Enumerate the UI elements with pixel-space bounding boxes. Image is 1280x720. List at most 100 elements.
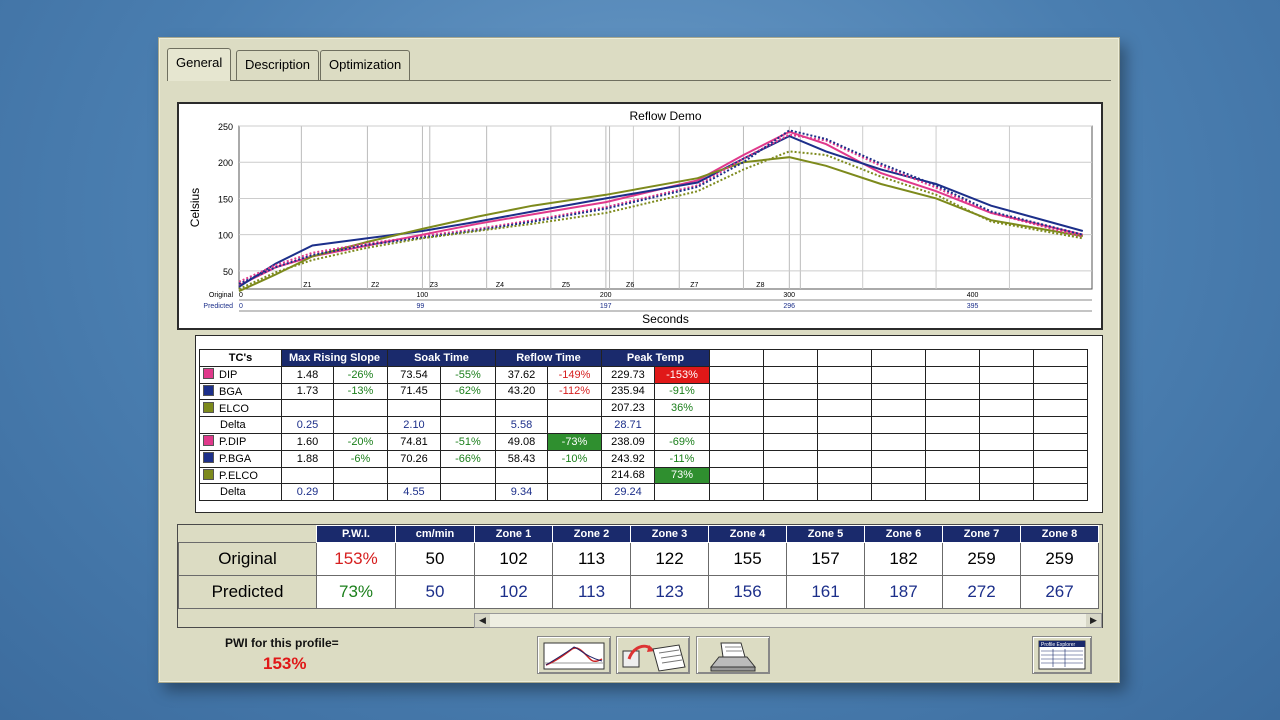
x-tick-label: 197 [600,303,612,310]
value-cell: 1.60 [281,432,334,451]
zone-cell[interactable]: 161 [786,575,865,609]
zone-cell[interactable]: 122 [630,542,709,576]
empty-cell [925,483,980,502]
chart-title: Reflow Demo [629,109,701,123]
value-cell: 0.25 [281,416,334,434]
empty-cell [763,399,818,418]
empty-cell [1033,416,1088,434]
row-label-predicted: Predicted [178,575,317,609]
empty-cell [709,466,764,485]
results-row: Delta 0.25 2.10 5.58 28.71 [199,416,1088,434]
zone-header: Zone 6 [864,525,943,543]
zone-cell[interactable]: 156 [708,575,787,609]
deviation-cell [439,466,497,485]
deviation-cell: -62% [439,382,497,401]
tab-optimization[interactable]: Optimization [320,50,411,80]
zone-header: Zone 3 [630,525,709,543]
empty-cell [925,466,980,485]
empty-cell [925,449,980,468]
reflow-chart-panel: 50 100 150 200 250 Z1 Z2 Z3 Z4 Z5 Z6 Z7 Z8 Reflow Dem… [177,102,1103,330]
empty-cell [709,416,764,434]
pwi-original-cell[interactable]: 153% [316,542,396,576]
deviation-cell [439,416,497,434]
tab-general[interactable]: General [167,48,232,81]
deviation-cell: -149% [547,365,602,384]
x-tick-label: 99 [416,303,424,310]
tc-name: DIP [219,369,238,382]
zone-cell[interactable]: 272 [942,575,1021,609]
tc-name-cell: Delta [199,483,282,502]
zone-cell[interactable]: 50 [395,575,475,609]
empty-header [871,349,926,367]
y-axis-label: Celsius [188,188,202,227]
horizontal-scrollbar[interactable]: ◀ ▶ [474,613,1102,628]
results-row: Delta 0.29 4.55 9.34 29.24 [199,483,1088,502]
scroll-left-icon[interactable]: ◀ [475,614,490,627]
export-report-button[interactable] [616,636,690,674]
x-tick-label: 200 [600,292,612,299]
zone-cell[interactable]: 259 [1020,542,1099,576]
zone-cell[interactable]: 113 [552,542,631,576]
deviation-cell: -55% [439,365,497,384]
x-tick-label: 395 [967,303,979,310]
empty-header [709,349,764,367]
pwi-predicted-cell[interactable]: 73% [316,575,396,609]
deviation-cell: -69% [653,432,711,451]
zone-marker-label: Z8 [756,282,764,289]
zone-row-predicted: Predicted 73% 50 102 113 123 156 161 187… [178,575,1099,609]
tc-name-cell: DIP [199,365,282,384]
color-swatch [203,468,214,480]
value-cell [387,466,441,485]
deviation-cell [547,466,602,485]
zone-marker-label: Z5 [562,282,570,289]
tab-strip-line [167,80,1111,81]
zone-cell[interactable]: 187 [864,575,943,609]
zone-cell[interactable]: 113 [552,575,631,609]
color-swatch [203,435,214,447]
empty-cell [709,483,764,502]
profile-graph-button[interactable] [537,636,611,674]
empty-header [1033,349,1088,367]
value-cell: 58.43 [495,449,548,468]
tc-name: P.DIP [219,436,247,449]
deviation-cell [333,483,388,502]
zone-cell[interactable]: 157 [786,542,865,576]
scroll-right-icon[interactable]: ▶ [1086,614,1101,627]
zone-cell[interactable]: 259 [942,542,1021,576]
export-document-icon [622,644,686,672]
value-cell: 1.88 [281,449,334,468]
zone-table: P.W.I. cm/min Zone 1 Zone 2 Zone 3 Zone … [178,525,1099,609]
value-cell: 4.55 [387,483,441,502]
zone-cell[interactable]: 123 [630,575,709,609]
x-axis-row-label: Original [209,292,234,299]
zone-cell[interactable]: 267 [1020,575,1099,609]
value-cell: 5.58 [495,416,548,434]
profile-explorer-button[interactable]: Profile Explorer [1032,636,1092,674]
value-cell: 229.73 [601,365,655,384]
zone-cell[interactable]: 155 [708,542,787,576]
zone-cell[interactable]: 50 [395,542,475,576]
empty-cell [763,382,818,401]
deviation-cell: -66% [439,449,497,468]
color-swatch [203,384,214,396]
header-peak-temp: Peak Temp [601,349,710,367]
zone-cell[interactable]: 102 [474,542,553,576]
empty-cell [925,432,980,451]
print-button[interactable] [696,636,770,674]
empty-header [817,349,872,367]
empty-cell [979,466,1034,485]
empty-cell [871,365,926,384]
value-cell: 207.23 [601,399,655,418]
zone-cell[interactable]: 182 [864,542,943,576]
tab-description[interactable]: Description [236,50,320,80]
zone-cell[interactable]: 102 [474,575,553,609]
empty-cell [763,466,818,485]
header-max-rising-slope: Max Rising Slope [281,349,388,367]
deviation-cell: -153% [653,365,711,384]
value-cell: 9.34 [495,483,548,502]
tc-name-cell: Delta [199,416,282,434]
value-cell: 1.48 [281,365,334,384]
value-cell [387,399,441,418]
empty-cell [925,399,980,418]
empty-cell [763,483,818,502]
